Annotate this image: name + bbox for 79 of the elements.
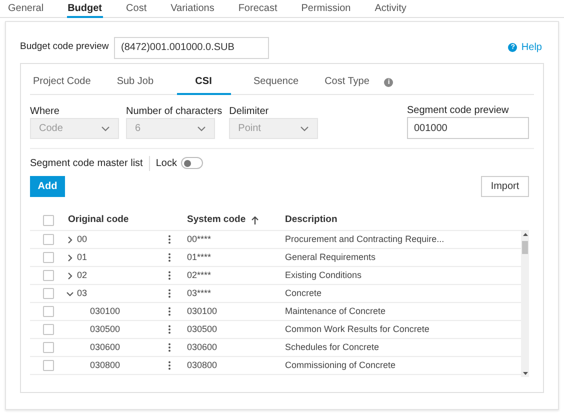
description-cell: Maintenance of Concrete <box>285 306 386 316</box>
checkbox[interactable] <box>42 288 54 299</box>
checkbox[interactable] <box>42 342 54 353</box>
system-code-cell: 030600 <box>187 342 218 352</box>
budget-code-preview-field[interactable]: (8472)001.001000.0.SUB <box>114 36 269 58</box>
description-cell: General Requirements <box>285 252 376 262</box>
system-code-cell: 03**** <box>187 288 212 298</box>
more-vertical-icon[interactable] <box>168 289 170 298</box>
checkbox[interactable] <box>42 252 54 263</box>
more-vertical-icon[interactable] <box>168 325 170 334</box>
segment-tab[interactable]: Sequence <box>250 64 302 94</box>
original-code-cell-text: 00 <box>77 232 88 246</box>
checkbox[interactable] <box>42 306 54 317</box>
checkbox[interactable] <box>42 324 54 335</box>
field-label: Segment code preview <box>407 104 510 117</box>
lock-label: Lock <box>156 156 177 170</box>
import-button[interactable]: Import <box>481 176 529 197</box>
top-tab[interactable]: Cost <box>125 0 148 18</box>
chevron-down-icon <box>197 126 206 132</box>
top-tab[interactable]: Permission <box>300 0 352 18</box>
top-tab[interactable]: Budget <box>66 0 104 18</box>
checkbox[interactable] <box>42 270 54 281</box>
segment-tab[interactable]: Project Code <box>30 64 94 94</box>
chevron-right-icon[interactable] <box>66 236 74 244</box>
budget-code-preview-label: Budget code preview <box>20 40 110 54</box>
description-cell: Commissioning of Concrete <box>285 360 396 370</box>
top-tab[interactable]: General <box>7 0 45 18</box>
master-list-label: Segment code master list <box>30 156 150 170</box>
chevron-right-icon[interactable] <box>66 254 74 262</box>
more-vertical-icon[interactable] <box>168 253 170 262</box>
more-vertical-icon[interactable] <box>168 307 170 316</box>
scrollbar[interactable] <box>521 231 529 377</box>
scrollbar-thumb[interactable] <box>522 241 528 254</box>
field-label: Where <box>30 105 60 118</box>
field-label: Number of characters <box>126 105 222 118</box>
system-code-cell: 030800 <box>187 360 218 370</box>
segment-code-preview-field[interactable]: 001000 <box>407 117 529 139</box>
original-code-cell-text: 030100 <box>89 304 120 318</box>
more-vertical-icon[interactable] <box>168 361 170 370</box>
original-code-cell-text: 03 <box>77 286 88 300</box>
original-code-cell-text: 030600 <box>89 340 120 354</box>
original-code-cell-text: 01 <box>77 250 88 264</box>
description-cell: Schedules for Concrete <box>285 342 380 352</box>
field-label: Delimiter <box>229 105 270 118</box>
system-code-cell: 030500 <box>187 324 218 334</box>
chevron-down-icon <box>101 126 110 132</box>
description-cell: Concrete <box>285 288 322 298</box>
chevron-right-icon[interactable] <box>66 272 74 280</box>
top-tab[interactable]: Forecast <box>237 0 278 18</box>
column-header[interactable]: System code <box>187 213 246 228</box>
top-tab[interactable]: Variations <box>170 0 216 18</box>
checkbox[interactable] <box>42 215 54 226</box>
system-code-cell: 02**** <box>187 270 212 280</box>
system-code-cell: 00**** <box>187 234 212 244</box>
segment-tab[interactable]: Cost Type <box>322 64 372 94</box>
scroll-up-icon[interactable] <box>522 233 528 236</box>
original-code-cell-text: 02 <box>77 268 88 282</box>
checkbox[interactable] <box>42 360 54 371</box>
more-vertical-icon[interactable] <box>168 343 170 352</box>
segment-tab[interactable]: CSI <box>176 64 231 94</box>
original-code-cell-text: 030800 <box>89 358 120 372</box>
chevron-down-icon[interactable] <box>66 290 74 298</box>
segment-tab[interactable]: Sub Job <box>114 64 157 94</box>
scroll-down-icon[interactable] <box>522 372 528 375</box>
more-vertical-icon[interactable] <box>168 235 170 244</box>
column-header[interactable]: Description <box>285 214 338 226</box>
top-tab[interactable]: Activity <box>374 0 408 18</box>
description-cell: Procurement and Contracting Require... <box>285 234 444 244</box>
checkbox[interactable] <box>42 234 54 245</box>
system-code-cell: 01**** <box>187 252 212 262</box>
lock-toggle[interactable] <box>180 157 203 169</box>
arrow-up-icon[interactable] <box>250 216 259 225</box>
system-code-cell: 030100 <box>187 306 218 316</box>
original-code-cell-text: 030500 <box>89 322 120 336</box>
more-vertical-icon[interactable] <box>168 271 170 280</box>
description-cell: Existing Conditions <box>285 270 362 280</box>
description-cell: Common Work Results for Concrete <box>285 324 430 334</box>
column-header[interactable]: Original code <box>68 214 129 226</box>
chevron-down-icon <box>300 126 310 132</box>
